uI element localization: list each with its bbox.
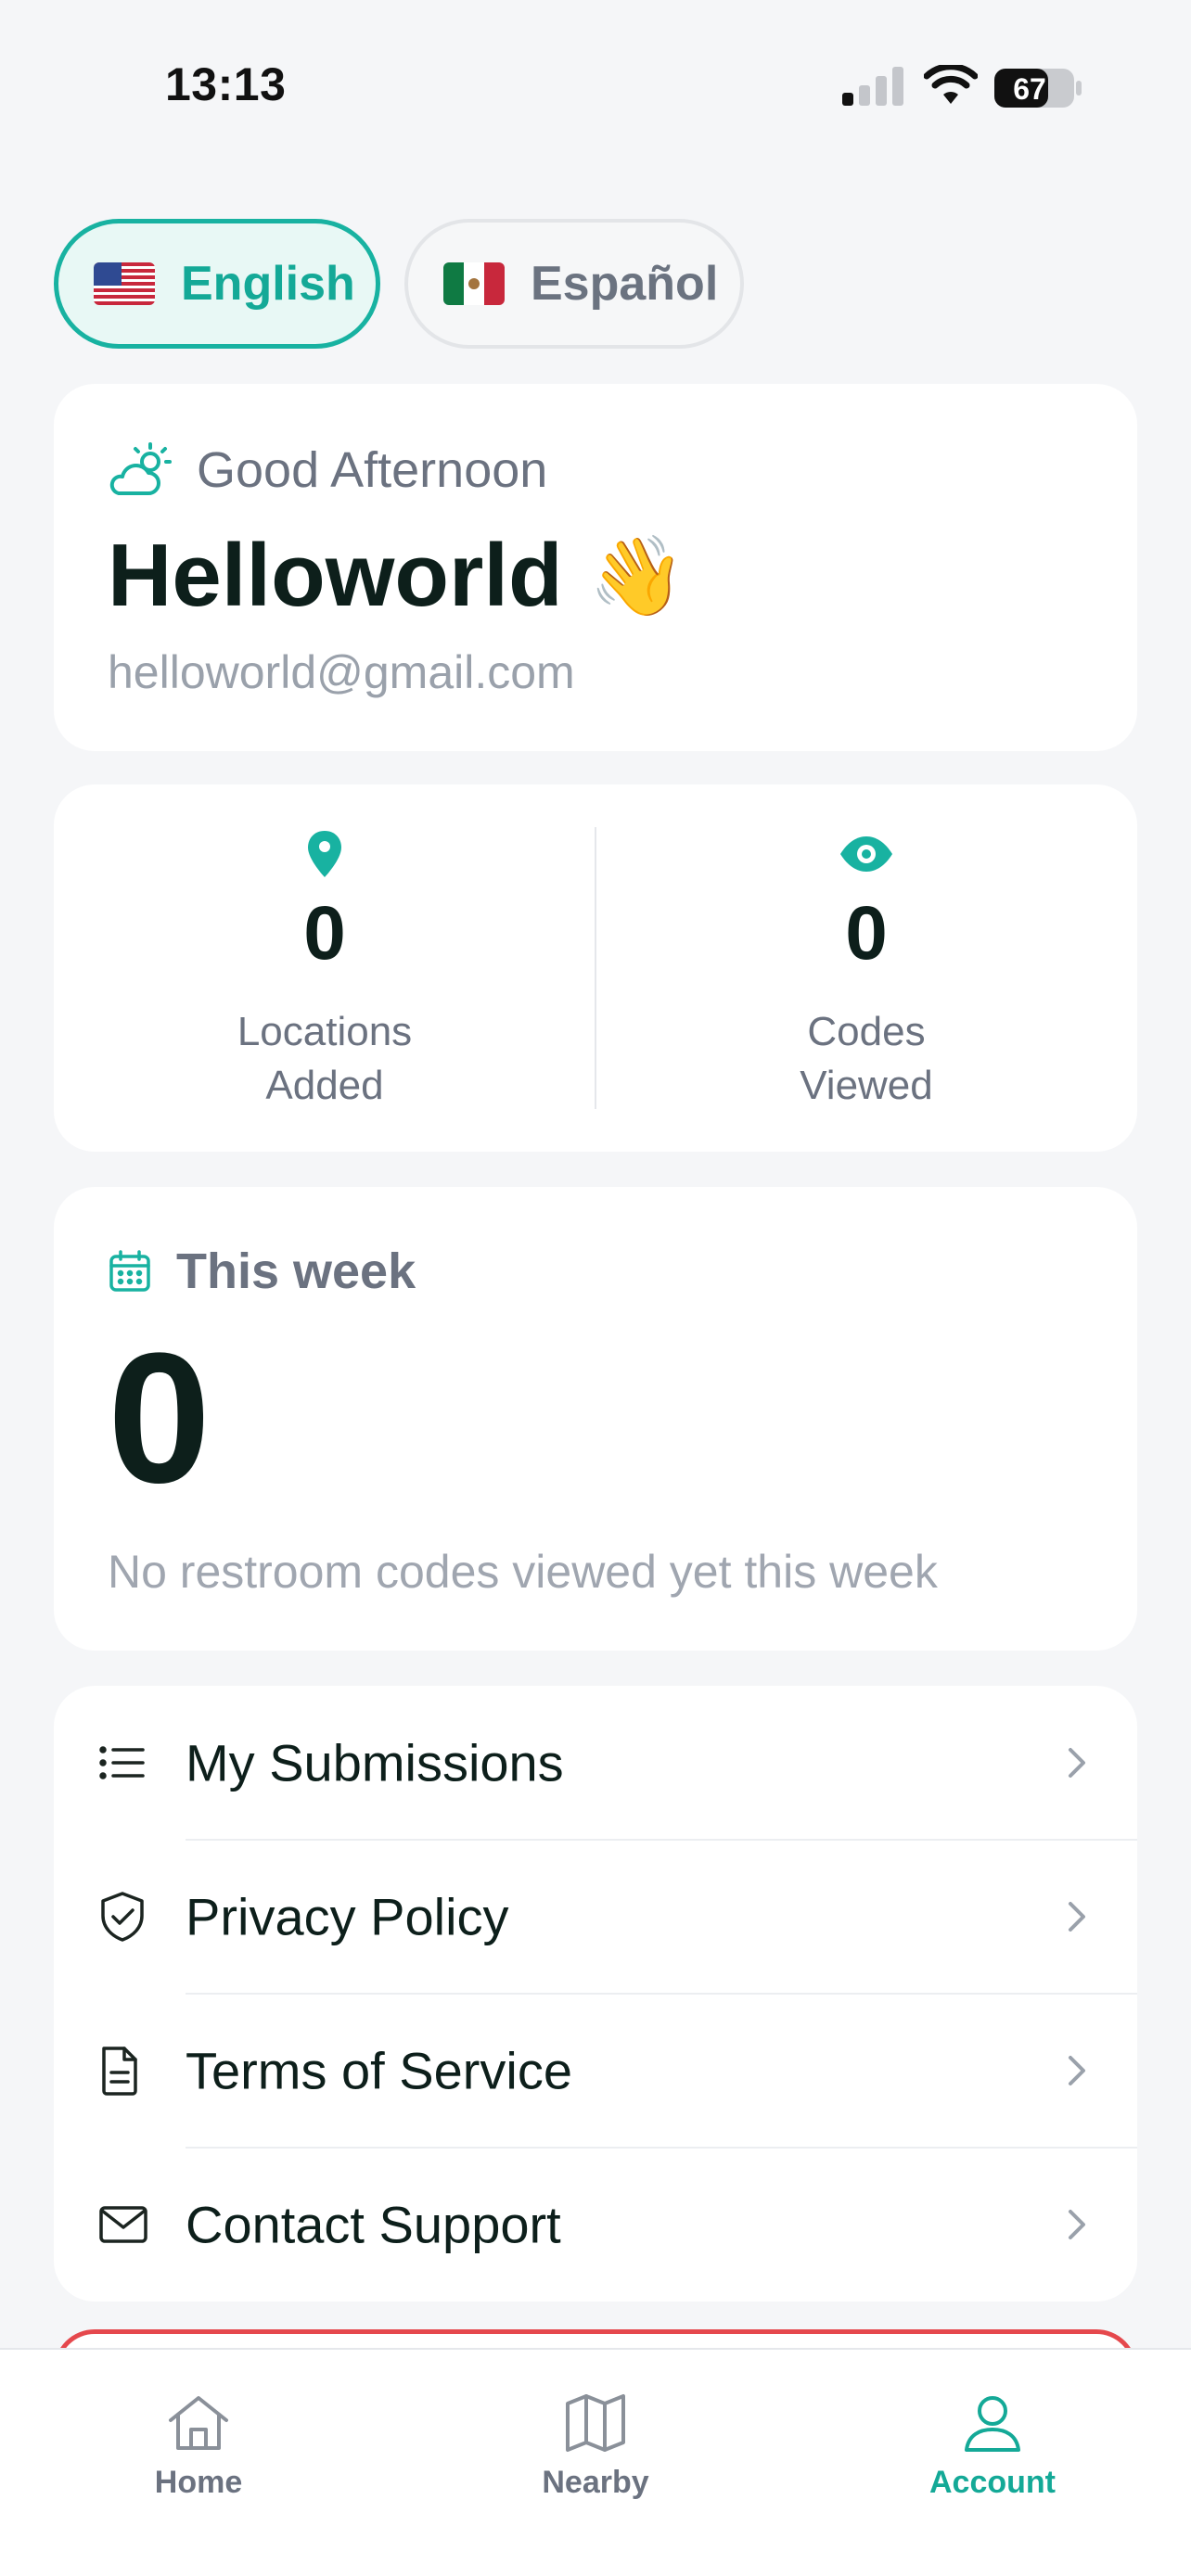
mail-icon	[99, 2206, 147, 2243]
menu-item-my-submissions[interactable]: My Submissions	[54, 1686, 1137, 1840]
language-english-button[interactable]: English	[54, 219, 380, 349]
codes-viewed-label: Codes Viewed	[596, 1005, 1137, 1113]
language-spanish-button[interactable]: Español	[404, 219, 744, 349]
cellular-signal-icon	[842, 67, 903, 106]
status-bar: 13:13 67	[0, 0, 1191, 139]
user-name: Helloworld 👋	[108, 525, 685, 627]
this-week-header: This week	[108, 1243, 416, 1300]
user-name-text: Helloworld	[108, 526, 563, 625]
shield-check-icon	[101, 1892, 144, 1942]
tab-account-label: Account	[929, 2465, 1056, 2500]
stat-codes-viewed: 0 Codes Viewed	[596, 829, 1137, 1113]
codes-label-line2: Viewed	[800, 1063, 933, 1108]
language-toggle: English Español	[54, 219, 744, 349]
mx-flag-icon	[443, 262, 505, 305]
tab-home-label: Home	[154, 2465, 243, 2500]
eye-icon	[840, 836, 892, 872]
this-week-title: This week	[176, 1243, 416, 1299]
menu-item-terms-of-service[interactable]: Terms of Service	[54, 1994, 1137, 2148]
tab-account[interactable]: Account	[853, 2392, 1132, 2501]
menu-item-contact-support[interactable]: Contact Support	[54, 2148, 1137, 2302]
menu-item-privacy-policy[interactable]: Privacy Policy	[54, 1840, 1137, 1994]
menu-label-privacy-policy: Privacy Policy	[186, 1887, 509, 1946]
locations-added-count: 0	[303, 891, 346, 976]
account-screen: 13:13 67 English Español Good Afternoon …	[0, 0, 1191, 2576]
language-spanish-label: Español	[531, 257, 719, 311]
user-email: helloworld@gmail.com	[108, 646, 575, 698]
stats-card: 0 Locations Added 0 Codes Viewed	[54, 784, 1137, 1152]
waving-hand-emoji: 👋	[588, 531, 686, 619]
locations-added-label: Locations Added	[54, 1005, 596, 1113]
home-icon	[169, 2396, 228, 2450]
locations-label-line2: Added	[265, 1063, 384, 1108]
map-icon	[566, 2394, 625, 2452]
chevron-right-icon	[1069, 1748, 1085, 1778]
greeting-salutation: Good Afternoon	[197, 442, 548, 498]
menu-label-contact-support: Contact Support	[186, 2195, 561, 2254]
this-week-empty-note: No restroom codes viewed yet this week	[108, 1546, 938, 1598]
language-english-label: English	[181, 257, 355, 311]
greeting-row: Good Afternoon	[108, 441, 547, 499]
us-flag-icon	[94, 262, 155, 305]
locations-label-line1: Locations	[237, 1009, 413, 1054]
user-icon	[965, 2396, 1020, 2452]
location-pin-icon	[308, 831, 341, 877]
chevron-right-icon	[1069, 2056, 1085, 2085]
menu-label-terms-of-service: Terms of Service	[186, 2041, 572, 2100]
tab-nearby[interactable]: Nearby	[456, 2392, 735, 2501]
bottom-tab-bar: Home Nearby Account	[0, 2348, 1191, 2576]
battery-level: 67	[1013, 72, 1046, 106]
greeting-card: Good Afternoon Helloworld 👋 helloworld@g…	[54, 384, 1137, 751]
settings-menu: My Submissions Privacy Policy Terms of S…	[54, 1686, 1137, 2302]
calendar-icon	[109, 1250, 150, 1292]
status-time: 13:13	[165, 58, 287, 110]
tab-home[interactable]: Home	[59, 2392, 338, 2501]
tab-nearby-label: Nearby	[542, 2465, 649, 2500]
this-week-card: This week 0 No restroom codes viewed yet…	[54, 1187, 1137, 1651]
stat-locations-added: 0 Locations Added	[54, 829, 596, 1113]
chevron-right-icon	[1069, 1902, 1085, 1932]
codes-label-line1: Codes	[807, 1009, 926, 1054]
menu-label-my-submissions: My Submissions	[186, 1733, 564, 1792]
document-icon	[102, 2047, 137, 2096]
battery-icon: 67	[994, 69, 1082, 108]
wifi-icon	[924, 65, 978, 104]
list-icon	[99, 1746, 145, 1779]
this-week-count: 0	[108, 1315, 211, 1522]
codes-viewed-count: 0	[845, 891, 888, 976]
chevron-right-icon	[1069, 2210, 1085, 2239]
partly-cloudy-icon	[109, 442, 172, 495]
